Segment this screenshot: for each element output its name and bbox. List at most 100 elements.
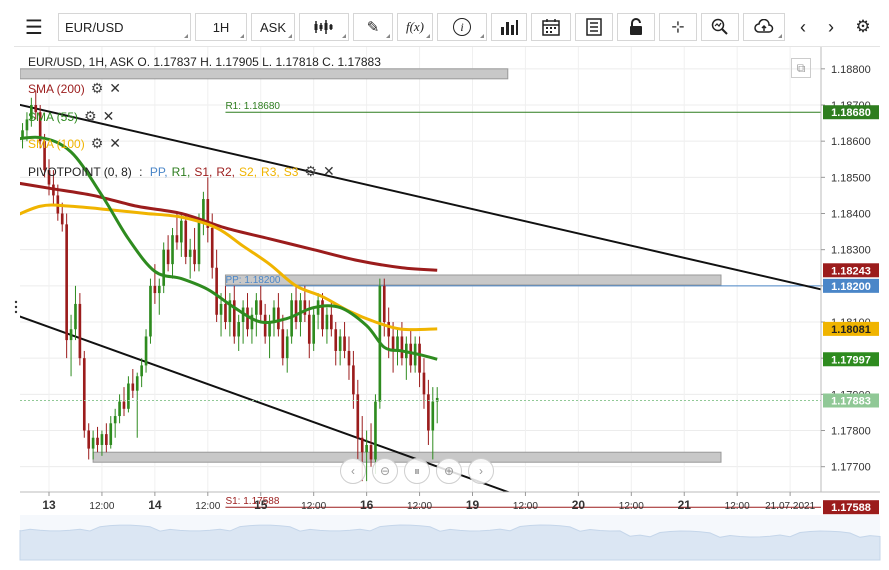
x-tick-label: 16 xyxy=(360,498,374,512)
candle-body xyxy=(422,372,426,395)
y-tick-label: 1.18800 xyxy=(831,64,871,76)
candle-body xyxy=(162,249,166,286)
legend-sma55-label: SMA (55) xyxy=(28,110,79,124)
close-icon[interactable]: ✕ xyxy=(109,135,121,151)
pivot-line-label: PP: 1.18200 xyxy=(225,275,280,286)
x-tick-label: 21 xyxy=(678,498,692,512)
legend-sma55: SMA (55) ⚙ ✕ xyxy=(28,108,114,125)
gear-icon[interactable]: ⚙ xyxy=(91,80,104,96)
x-tick-label: 12:00 xyxy=(89,501,114,512)
candle-body xyxy=(387,322,391,337)
zoom-out-icon: ⊖ xyxy=(379,464,391,478)
chevron-right-icon: › xyxy=(479,464,483,478)
candle-body xyxy=(78,303,82,359)
reset-icon: ⏸ xyxy=(413,463,420,478)
candle-body xyxy=(60,213,64,225)
price-tag-text: 1.18680 xyxy=(831,107,871,119)
price-tags: 1.18680 1.18200 1.17588 1.18243 1.18081 1.179… xyxy=(823,105,879,515)
chevron-left-icon: ‹ xyxy=(351,464,355,478)
legend-sma200-label: SMA (200) xyxy=(28,82,85,96)
candle-body xyxy=(65,224,68,341)
legend-pivot-item: R3, xyxy=(261,165,280,179)
candle-body xyxy=(246,307,249,330)
candle-body xyxy=(435,397,439,402)
x-tick-label: 13 xyxy=(42,498,56,512)
candle-body xyxy=(312,314,316,344)
candle-body xyxy=(263,314,267,337)
candle-body xyxy=(131,383,135,391)
candle-body xyxy=(219,303,223,315)
candle-body xyxy=(268,322,271,337)
price-tag-text: 1.17588 xyxy=(831,502,871,514)
candle-body xyxy=(255,300,258,315)
candle-body xyxy=(409,343,413,366)
popout-button[interactable]: ⧉ xyxy=(791,58,811,78)
candle-body xyxy=(427,394,430,431)
x-tick-label: 12:00 xyxy=(619,501,644,512)
reset-view-button[interactable]: ⏸ xyxy=(404,458,430,484)
candle-body xyxy=(343,336,346,351)
candle-body xyxy=(237,322,241,337)
candle-body xyxy=(418,343,421,373)
legend-pivot-item: R2, xyxy=(216,165,236,179)
x-tick-label: 21.07.2021 xyxy=(765,501,815,512)
candle-body xyxy=(215,267,218,315)
legend-pivot-item: PP, xyxy=(149,165,168,179)
x-tick-label: 19 xyxy=(466,498,480,512)
candle-body xyxy=(127,383,130,409)
gear-icon[interactable]: ⚙ xyxy=(304,163,317,179)
candle-body xyxy=(171,235,174,265)
candle-body xyxy=(153,285,157,294)
candle-body xyxy=(334,329,338,351)
legend-pivot-label: PIVOTPOINT (0, 8) xyxy=(28,165,132,179)
legend-pivot-item: S3 xyxy=(283,165,299,179)
candle-body xyxy=(197,220,201,265)
candle-body xyxy=(277,307,280,330)
candle-body xyxy=(184,220,188,257)
candle-body xyxy=(382,285,386,323)
zone-rect xyxy=(20,68,509,80)
price-tag-text: 1.17883 xyxy=(831,395,871,407)
candle-body xyxy=(166,249,170,265)
legend-sma100: SMA (100) ⚙ ✕ xyxy=(28,135,121,152)
close-icon[interactable]: ✕ xyxy=(103,108,115,124)
legend-sma100-label: SMA (100) xyxy=(28,137,85,151)
candle-body xyxy=(281,329,285,359)
resize-handle[interactable] xyxy=(14,300,18,314)
candle-body xyxy=(74,303,77,330)
gear-icon[interactable]: ⚙ xyxy=(84,108,97,124)
candle-body xyxy=(431,401,435,431)
candle-body xyxy=(69,329,73,341)
nav-right-button[interactable]: › xyxy=(468,458,494,484)
price-chart[interactable]: R1: 1.18680 PP: 1.18200 S1: 1.17588 1.1880… xyxy=(0,0,889,570)
price-tag-text: 1.18081 xyxy=(831,324,871,336)
x-tick-label: 20 xyxy=(572,498,586,512)
navigator[interactable] xyxy=(19,515,881,561)
gear-icon[interactable]: ⚙ xyxy=(91,135,104,151)
candle-body xyxy=(175,235,179,243)
zoom-in-button[interactable]: ⊕ xyxy=(436,458,462,484)
ohlc-header: EUR/USD, 1H, ASK O. 1.17837 H. 1.17905 L… xyxy=(28,55,381,69)
candle-body xyxy=(338,336,342,351)
legend-pivot-item: R1, xyxy=(171,165,191,179)
candle-body xyxy=(100,434,104,445)
y-tick-label: 1.18300 xyxy=(831,245,871,257)
candle-body xyxy=(400,336,404,359)
x-tick-label: 12:00 xyxy=(195,501,220,512)
candle-body xyxy=(325,314,329,330)
y-tick-label: 1.17700 xyxy=(831,462,871,474)
y-tick-label: 1.17800 xyxy=(831,426,871,438)
price-tag-text: 1.18243 xyxy=(831,265,871,277)
legend-pivot-sep: : xyxy=(139,165,143,179)
close-icon[interactable]: ✕ xyxy=(323,163,335,179)
nav-left-button[interactable]: ‹ xyxy=(340,458,366,484)
close-icon[interactable]: ✕ xyxy=(109,80,121,96)
candle-body xyxy=(330,314,333,330)
pivot-line-label: R1: 1.18680 xyxy=(225,101,280,112)
candle-body xyxy=(113,416,117,424)
x-tick-label: 12:00 xyxy=(725,501,750,512)
x-tick-label: 14 xyxy=(148,498,162,512)
candle-body xyxy=(87,430,91,449)
candle-body xyxy=(82,358,86,431)
zoom-out-button[interactable]: ⊖ xyxy=(372,458,398,484)
